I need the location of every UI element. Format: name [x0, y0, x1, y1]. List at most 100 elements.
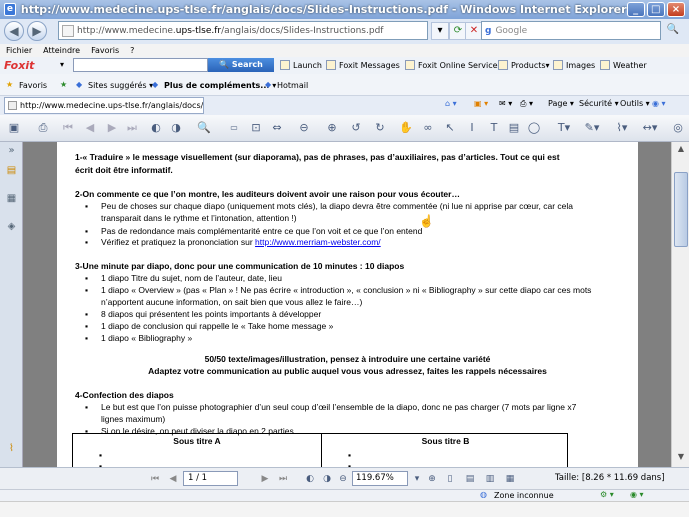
images-link[interactable]: Images — [553, 60, 595, 70]
page-menu[interactable]: Page ▾ — [548, 99, 574, 108]
foxit-dropdown-icon[interactable]: ▾ — [60, 60, 64, 69]
fit-width-icon[interactable]: ⇔ — [269, 120, 285, 136]
panel-expand-icon[interactable]: » — [5, 144, 18, 158]
table-column-a: Sous titre A ▪ ▪ — [73, 434, 321, 467]
image-tool-icon[interactable]: ▤ — [506, 120, 522, 136]
save-icon[interactable]: ▣ — [6, 120, 22, 136]
prev-page-icon[interactable]: ◀ — [82, 120, 98, 136]
tools-menu[interactable]: Outils ▾ — [620, 99, 650, 108]
search-go-icon[interactable]: 🔍 — [664, 22, 682, 40]
foxit-messages-link[interactable]: Foxit Messages — [326, 60, 400, 70]
bullet: ▪ — [85, 309, 89, 319]
forward-view-icon[interactable]: ◑ — [168, 120, 184, 136]
favorites-button[interactable]: Favoris — [19, 81, 47, 90]
scroll-up-icon[interactable]: ▲ — [675, 144, 687, 156]
attachments-icon[interactable]: ⌇ — [5, 442, 18, 456]
address-bar[interactable]: http://www.medecine. ups-tlse.fr/anglais/… — [58, 21, 428, 40]
products-link[interactable]: Products ▾ — [498, 60, 550, 70]
compat-view-icon[interactable]: ▾ — [431, 22, 449, 40]
fit-page-icon[interactable]: ⊡ — [248, 120, 264, 136]
menu-fichier[interactable]: Fichier — [6, 46, 32, 55]
last-page-icon[interactable]: ⏭ — [124, 120, 140, 136]
text-tool-icon[interactable]: T▾ — [556, 120, 572, 136]
select-icon[interactable]: ↖ — [442, 120, 458, 136]
page-number-input[interactable]: 1 / 1 — [183, 471, 238, 486]
help-icon[interactable]: ◉ ▾ — [652, 99, 666, 108]
actual-size-icon[interactable]: ▭ — [226, 120, 242, 136]
maximize-button[interactable]: □ — [646, 2, 665, 17]
note-tool-icon[interactable]: ✎▾ — [584, 120, 600, 136]
section3-bullet1: 1 diapo Titre du sujet, nom de l’auteur,… — [101, 273, 282, 283]
back-view-status-icon[interactable]: ◐ — [303, 472, 317, 486]
launch-link[interactable]: Launch — [280, 60, 322, 70]
back-view-icon[interactable]: ◐ — [148, 120, 164, 136]
hand-tool-icon[interactable]: ✋ — [398, 120, 414, 136]
foxit-search-input[interactable] — [73, 58, 208, 72]
merriam-webster-link[interactable]: http://www.merriam-webster.com/ — [255, 237, 381, 247]
pdf-page: 1-« Traduire » le message visuellement (… — [57, 142, 638, 467]
thumbnails-icon[interactable]: ▦ — [5, 192, 18, 206]
menu-favoris[interactable]: Favoris — [91, 46, 119, 55]
mail-icon[interactable]: ✉ ▾ — [499, 99, 512, 108]
scroll-thumb[interactable] — [674, 172, 688, 247]
search-box[interactable]: g Google — [481, 21, 661, 40]
text-select-icon[interactable]: I — [464, 120, 480, 136]
next-page-icon[interactable]: ▶ — [104, 120, 120, 136]
more-addons-link[interactable]: Plus de compléments... ▾ — [164, 81, 276, 90]
zoom-dropdown-icon[interactable]: ▾ — [410, 472, 424, 486]
browser-tab[interactable]: http://www.medecine.ups-tlse.fr/anglais/… — [4, 97, 204, 114]
menu-help[interactable]: ? — [130, 46, 134, 55]
status-zoom-icon[interactable]: ◉ ▾ — [630, 490, 644, 499]
hotmail-link[interactable]: Hotmail — [277, 81, 308, 90]
zoom-out-status-icon[interactable]: ⊖ — [336, 472, 350, 486]
view-glasses-icon[interactable]: ∞ — [420, 120, 436, 136]
layers-icon[interactable]: ◈ — [5, 220, 18, 234]
menu-atteindre[interactable]: Atteindre — [43, 46, 80, 55]
section3-title: 3-Une minute par diapo, donc pour une co… — [75, 261, 405, 271]
zoom-icon[interactable]: 🔍 — [196, 120, 212, 136]
foxit-search-button[interactable]: 🔍 Search — [208, 58, 274, 72]
suggested-sites-link[interactable]: Sites suggérés ▾ — [88, 81, 153, 90]
protected-mode-icon[interactable]: ⚙ ▾ — [600, 490, 614, 499]
print-icon[interactable]: ⎙ ▾ — [520, 99, 533, 109]
continuous-facing-icon[interactable]: ▦ — [503, 472, 517, 486]
zoom-in-icon[interactable]: ⊕ — [324, 120, 340, 136]
prev-page-status-icon[interactable]: ◀ — [166, 472, 180, 486]
table-header-a: Sous titre A — [173, 436, 221, 446]
last-page-status-icon[interactable]: ⏭ — [276, 472, 290, 486]
security-menu[interactable]: Sécurité ▾ — [579, 99, 619, 108]
attach-icon[interactable]: ⌇▾ — [614, 120, 630, 136]
back-button[interactable]: ◀ — [4, 21, 24, 41]
rotate-right-icon[interactable]: ↻ — [372, 120, 388, 136]
zoom-level-input[interactable]: 119.67% — [352, 471, 408, 486]
facing-icon[interactable]: ▥ — [483, 472, 497, 486]
typewriter-icon[interactable]: T — [486, 120, 502, 136]
single-page-icon[interactable]: ▯ — [443, 472, 457, 486]
tab-title: http://www.medecine.ups-tlse.fr/anglais/… — [20, 101, 204, 110]
add-favorite-icon[interactable]: ★ — [60, 80, 67, 89]
vertical-scrollbar[interactable]: ▲ ▼ — [671, 142, 689, 467]
scroll-down-icon[interactable]: ▼ — [675, 452, 687, 464]
close-button[interactable]: × — [666, 2, 686, 17]
feeds-icon[interactable]: ▣ ▾ — [474, 99, 488, 108]
more-tools-icon[interactable]: ◎ — [670, 120, 686, 136]
foxit-online-services-link[interactable]: Foxit Online Services — [405, 60, 502, 70]
first-page-icon[interactable]: ⏮ — [60, 120, 76, 136]
continuous-icon[interactable]: ▤ — [463, 472, 477, 486]
next-page-status-icon[interactable]: ▶ — [258, 472, 272, 486]
bookmarks-icon[interactable]: ▤ — [5, 164, 18, 178]
zoom-in-status-icon[interactable]: ⊕ — [425, 472, 439, 486]
measure-icon[interactable]: ↔▾ — [642, 120, 658, 136]
forward-button[interactable]: ▶ — [27, 21, 47, 41]
stamp-icon[interactable]: ◯ — [526, 120, 542, 136]
weather-link[interactable]: Weather — [600, 60, 647, 70]
home-icon[interactable]: ⌂ ▾ — [445, 99, 457, 108]
zoom-out-icon[interactable]: ⊖ — [296, 120, 312, 136]
print-pdf-icon[interactable]: ⎙ — [35, 120, 51, 136]
forward-view-status-icon[interactable]: ◑ — [320, 472, 334, 486]
rotate-left-icon[interactable]: ↺ — [348, 120, 364, 136]
title-bar: e http://www.medecine.ups-tlse.fr/anglai… — [0, 0, 689, 19]
document-viewport[interactable]: 1-« Traduire » le message visuellement (… — [23, 142, 671, 467]
minimize-button[interactable]: _ — [626, 2, 645, 17]
first-page-status-icon[interactable]: ⏮ — [148, 472, 162, 486]
